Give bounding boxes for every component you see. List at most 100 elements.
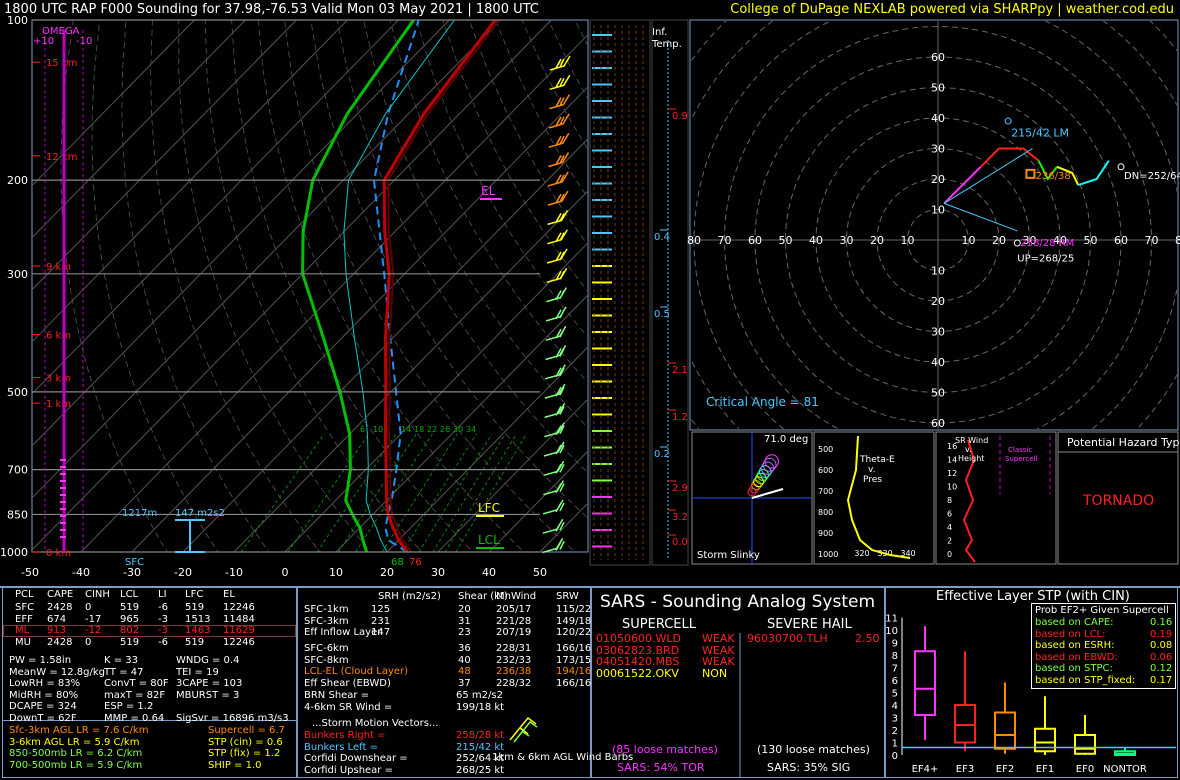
kin-cell: 166/16	[556, 677, 592, 689]
inf-temp-label: 0.9	[672, 111, 688, 122]
srwind-y-tick: 12	[947, 469, 957, 478]
prob-label: based on LCL:	[1035, 628, 1106, 640]
srwind-y-tick: 8	[947, 496, 952, 505]
kin-cell: 31	[458, 615, 471, 627]
isotherm-line	[182, 138, 588, 552]
prob-label: based on ESRH:	[1035, 640, 1115, 651]
sars-supercell-match: 00061522.OKV	[596, 666, 679, 680]
srwind-value: 199/18 kt	[456, 702, 505, 713]
parcel-cell: 519	[120, 602, 140, 613]
supercell-pct: SARS: 54% TOR	[617, 761, 705, 774]
kin-cell: 147	[371, 627, 391, 638]
kin-row-label: Eff Shear (EBWD)	[304, 677, 391, 689]
height-label: 3 km	[46, 374, 71, 385]
temp-tick-label: -50	[21, 566, 39, 579]
theta-e-title-2: v.	[868, 465, 876, 475]
dry-adiabat	[178, 20, 372, 552]
parcel-cell: 0	[85, 602, 92, 613]
parcel-cell: 913	[47, 625, 67, 636]
dry-adiabat	[442, 20, 588, 293]
pressure-tick-label: 300	[7, 268, 28, 281]
inf-temp-label: 1.2	[672, 412, 688, 423]
hodo-tick: 70	[1145, 234, 1159, 247]
hazard-value: TORNADO	[1083, 493, 1155, 509]
temp-tick-label: -40	[72, 566, 90, 579]
theta-e-y-tick: 500	[818, 445, 833, 454]
kin-cell: 166/16	[556, 643, 592, 654]
mean-wind-marker	[1025, 168, 1036, 179]
wind-barb	[544, 364, 566, 380]
wind-barb	[545, 345, 567, 361]
inf-temp-label: 3.2	[672, 512, 688, 523]
hodo-tick: 30	[931, 143, 945, 156]
index-cell: PW = 1.58in	[9, 655, 72, 666]
kin-cell: 20	[458, 604, 471, 615]
hodo-tick: 80	[687, 234, 701, 247]
prob-value: 0.12	[1150, 663, 1173, 674]
hail-pct: SARS: 35% SIG	[767, 761, 851, 774]
storm-label: Corfidi Downshear =	[304, 753, 408, 764]
lcl-height-label: 1217m	[122, 508, 157, 519]
storm-label: Bunkers Right =	[304, 730, 386, 741]
index-cell: LowRH = 83%	[9, 678, 81, 689]
hodo-ring	[693, 21, 1177, 429]
parcel-header: EL	[223, 589, 235, 600]
parcel-cell: 802	[120, 625, 140, 636]
kin-cell: 37	[458, 677, 471, 689]
inf-temp-label: 2.9	[672, 483, 688, 494]
wind-barb	[544, 403, 566, 419]
parcel-header: LFC	[185, 589, 204, 600]
srwind-y-tick: 6	[947, 510, 952, 519]
wind-barb	[542, 499, 565, 515]
lapse-rate-item: 700-500mb LR = 5.9 C/km	[9, 759, 143, 771]
parcel-panel: PCL CAPE CINH LCL LI LFC EL SFC 2428 0 519 -6 519 122…	[2, 586, 297, 778]
dry-adiabat	[495, 20, 588, 199]
isotherm-line	[32, 20, 246, 239]
classic-label: Supercell	[1005, 455, 1037, 463]
parcel-header: LCL	[120, 589, 139, 600]
kin-header: SRW	[556, 591, 579, 602]
sars-hail-heading: SEVERE HAIL	[767, 617, 852, 632]
lapse-rate-item: Sfc-3km AGL LR = 7.6 C/km	[9, 725, 149, 736]
prob-label: based on STPC:	[1035, 663, 1113, 674]
parcel-cell: 965	[120, 613, 140, 625]
hodograph-plot	[691, 21, 1177, 429]
kin-cell: 115/22	[556, 604, 592, 615]
hodo-tick: 10	[931, 204, 945, 217]
dry-adiabat	[121, 20, 270, 552]
dry-adiabat	[548, 20, 588, 100]
index-cell: SigSvr = 16896 m3/s3	[176, 712, 289, 724]
hodo-tick: 80	[1175, 234, 1180, 247]
kin-cell: 232/33	[496, 654, 532, 666]
index-cell: maxT = 82F	[104, 689, 166, 701]
kin-cell: 228/31	[496, 643, 532, 654]
wind-barb	[548, 152, 570, 168]
slinky-vector	[751, 488, 784, 499]
parcel-cell: 519	[120, 636, 140, 648]
parcel-header: PCL	[15, 589, 34, 600]
kin-cell: 231	[371, 615, 391, 627]
height-label: 12 km	[46, 152, 77, 163]
sars-hail-size: 2.50	[855, 632, 880, 645]
supercell-loose: (85 loose matches)	[612, 743, 718, 756]
dry-adiabat	[416, 20, 588, 338]
parcel-cell: -6	[158, 602, 168, 613]
kin-cell: 173/15	[556, 654, 592, 666]
dry-adiabat	[628, 20, 1180, 563]
hodo-tick: 20	[870, 234, 884, 247]
kin-row-label: SFC-3km	[304, 615, 349, 627]
mixing-ratio-line	[287, 433, 370, 552]
srwind-y-tick: 2	[947, 537, 952, 546]
hodo-tick: 60	[931, 51, 945, 64]
isotherm-line	[32, 20, 399, 395]
hodo-tick: 50	[779, 234, 793, 247]
parcel-cell: 2428	[47, 636, 73, 648]
sars-supercell-heading: SUPERCELL	[622, 617, 696, 632]
parcel-header: CINH	[85, 589, 110, 600]
theta-e-x-tick: 320	[854, 549, 869, 558]
sfc-label: SFC	[125, 557, 144, 568]
kin-cell: 23	[458, 627, 471, 638]
parcel-cell: 12246	[223, 602, 255, 613]
dry-adiabat	[257, 20, 525, 552]
wind-barb	[549, 94, 571, 110]
